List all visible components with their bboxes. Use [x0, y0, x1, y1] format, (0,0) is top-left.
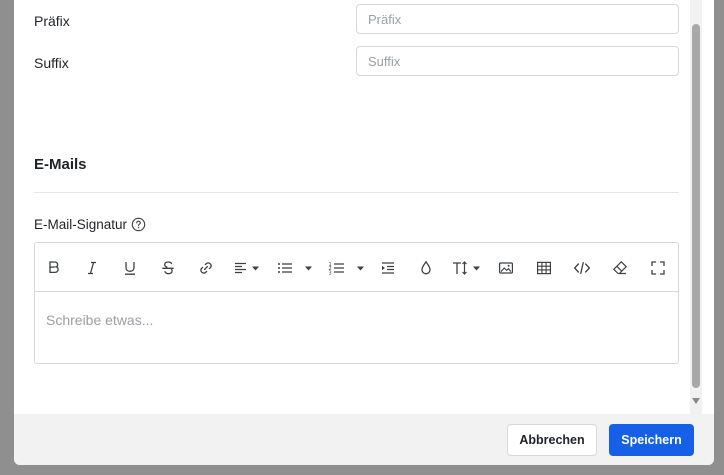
numbered-list-icon[interactable]: 123 [327, 257, 369, 279]
eraser-icon[interactable] [610, 257, 630, 279]
signature-label-row: E-Mail-Signatur [34, 217, 146, 232]
table-icon[interactable] [534, 257, 554, 279]
modal-content: Präfix Suffix E-Mails E-Mail-Signatur [14, 0, 702, 414]
text-size-icon[interactable] [451, 257, 485, 279]
section-divider [34, 192, 679, 193]
suffix-label: Suffix [34, 55, 69, 71]
image-icon[interactable] [496, 257, 516, 279]
color-drop-icon[interactable] [416, 257, 436, 279]
editor-placeholder: Schreibe etwas... [46, 312, 154, 328]
code-icon[interactable] [572, 257, 592, 279]
scrollbar-thumb[interactable] [692, 24, 700, 388]
strikethrough-icon[interactable] [158, 257, 178, 279]
suffix-input[interactable] [356, 46, 679, 76]
prefix-label: Präfix [34, 13, 70, 29]
settings-modal: Präfix Suffix E-Mails E-Mail-Signatur [14, 0, 714, 465]
vertical-scrollbar[interactable] [690, 0, 702, 414]
scroll-down-arrow-icon[interactable] [692, 398, 700, 404]
signature-editor: 123 Schreibe etwas... [34, 242, 679, 364]
cancel-button[interactable]: Abbrechen [507, 424, 597, 456]
fullscreen-icon[interactable] [648, 257, 668, 279]
italic-icon[interactable] [82, 257, 102, 279]
indent-icon[interactable] [378, 257, 398, 279]
help-icon[interactable] [131, 217, 146, 232]
signature-editor-area[interactable]: Schreibe etwas... [35, 292, 678, 364]
emails-section-title: E-Mails [34, 156, 87, 173]
svg-text:3: 3 [329, 271, 332, 277]
editor-toolbar: 123 [35, 243, 678, 292]
bullet-list-icon[interactable] [275, 257, 317, 279]
signature-label: E-Mail-Signatur [34, 217, 128, 232]
link-icon[interactable] [196, 257, 216, 279]
modal-footer: Abbrechen Speichern [14, 414, 714, 465]
align-icon[interactable] [232, 257, 264, 279]
save-button[interactable]: Speichern [609, 424, 694, 456]
bold-icon[interactable] [44, 257, 64, 279]
prefix-input[interactable] [356, 4, 679, 34]
underline-icon[interactable] [120, 257, 140, 279]
